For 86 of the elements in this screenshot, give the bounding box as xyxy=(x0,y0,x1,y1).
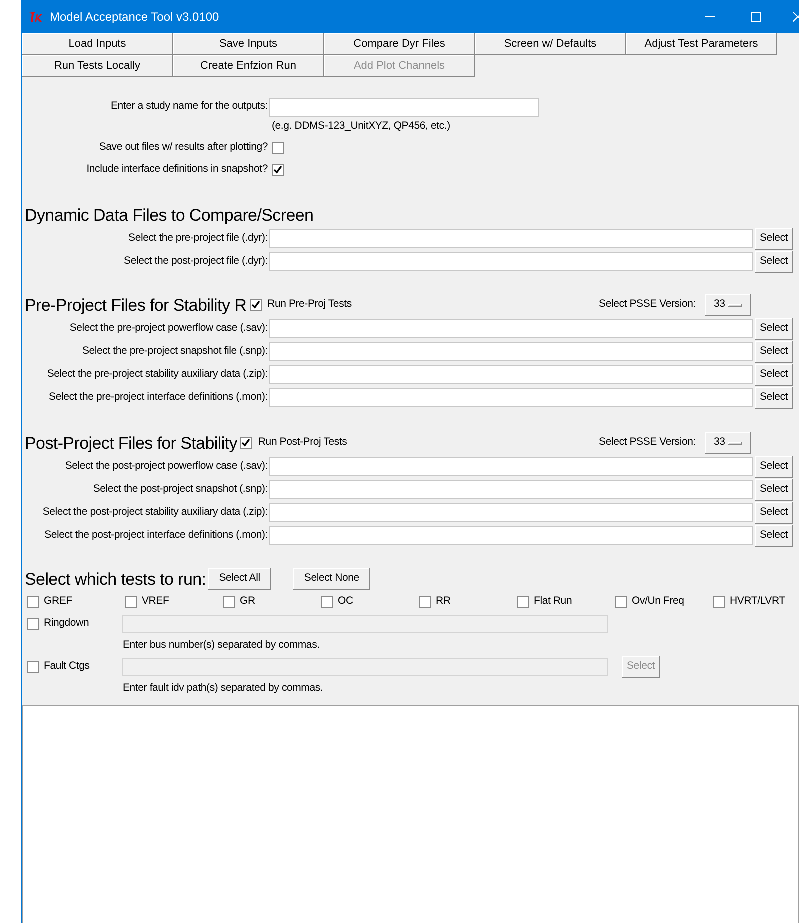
checkbox-label: RR xyxy=(436,594,451,610)
file-path-field[interactable] xyxy=(269,457,753,476)
field-label: Select the pre-project powerflow case (.sav): xyxy=(70,320,268,336)
hint-text: (e.g. DDMS-123_UnitXYZ, QP456, etc.) xyxy=(272,119,450,134)
version-dropdown[interactable]: 33 xyxy=(705,294,751,316)
toolbar-button[interactable]: Adjust Test Parameters xyxy=(626,33,777,55)
checkbox[interactable] xyxy=(321,596,333,608)
checkbox[interactable] xyxy=(240,437,252,449)
checkbox[interactable] xyxy=(125,596,137,608)
checkbox[interactable] xyxy=(250,299,262,311)
toolbar-button[interactable]: Save Inputs xyxy=(173,33,324,55)
checkbox-label: Ringdown xyxy=(44,616,90,632)
select-button[interactable]: Select All xyxy=(208,568,272,590)
file-path-field[interactable] xyxy=(269,252,753,271)
minimize-icon xyxy=(705,16,715,18)
toolbar-button[interactable]: Run Tests Locally xyxy=(22,55,173,77)
toolbar-button[interactable]: Load Inputs xyxy=(22,33,173,55)
file-path-field[interactable] xyxy=(269,342,753,361)
toolbar-button[interactable]: Compare Dyr Files xyxy=(324,33,475,55)
option-label: Include interface definitions in snapshot? xyxy=(86,162,268,178)
section-heading: Select which tests to run: xyxy=(24,570,206,588)
file-path-field[interactable] xyxy=(269,388,753,407)
checkbox[interactable] xyxy=(517,596,529,608)
checkbox-label: OC xyxy=(338,594,354,610)
select-button[interactable]: Select xyxy=(755,386,793,408)
file-path-field[interactable] xyxy=(269,526,753,545)
checkbox-label: GREF xyxy=(44,594,72,610)
field-label: Select the pre-project snapshot file (.snp): xyxy=(82,344,268,359)
field-label: Select the pre-project stability auxiliary data (.zip): xyxy=(47,366,268,382)
select-button[interactable]: Select xyxy=(755,502,793,524)
file-path-field[interactable] xyxy=(269,480,753,499)
checkbox-label: GR xyxy=(240,594,256,610)
select-button[interactable]: Select xyxy=(755,340,793,362)
checkbox[interactable] xyxy=(27,661,39,673)
select-button[interactable]: Select xyxy=(755,478,793,500)
field-label: Select the post-project file (.dyr): xyxy=(124,254,268,269)
field-label: Select PSSE Version: xyxy=(599,297,696,312)
checkbox-label: Fault Ctgs xyxy=(44,659,90,674)
checkbox[interactable] xyxy=(223,596,235,608)
file-path-field[interactable] xyxy=(269,229,753,248)
dropdown-indicator-icon xyxy=(728,304,742,306)
checkbox-label: VREF xyxy=(142,594,170,610)
select-button[interactable]: Select xyxy=(755,456,793,478)
select-button[interactable]: Select xyxy=(755,318,793,340)
checkbox[interactable] xyxy=(615,596,627,608)
hint-text: Enter bus number(s) separated by commas. xyxy=(123,638,320,653)
field-label: Select the post-project snapshot (.snp): xyxy=(93,482,268,497)
checkbox-label: Run Pre-Proj Tests xyxy=(268,297,352,312)
section-heading: Dynamic Data Files to Compare/Screen xyxy=(24,206,314,224)
field-label: Select PSSE Version: xyxy=(599,435,696,450)
study-name-field[interactable] xyxy=(269,98,539,116)
checkbox[interactable] xyxy=(27,618,39,630)
hint-text: Enter fault idv path(s) separated by commas. xyxy=(123,680,324,696)
option-label: Save out files w/ results after plotting? xyxy=(99,140,268,156)
file-path-field[interactable] xyxy=(269,503,753,522)
field-label: Select the post-project powerflow case (.sav): xyxy=(65,458,268,474)
checkbox[interactable] xyxy=(27,596,39,608)
field-label: Select the post-project interface definitions (.mon): xyxy=(44,528,268,543)
field-label: Enter a study name for the outputs: xyxy=(110,99,268,114)
checkbox[interactable] xyxy=(419,596,431,608)
field-label: Select the post-project stability auxiliary data (.zip): xyxy=(42,504,268,520)
toolbar-button[interactable]: Create Enfzion Run xyxy=(173,55,324,77)
select-button[interactable]: Select xyxy=(755,250,793,272)
checkbox[interactable] xyxy=(713,596,725,608)
window-title: Model Acceptance Tool v3.0100 xyxy=(50,8,220,26)
select-button[interactable]: Select None xyxy=(293,568,370,590)
checkbox[interactable] xyxy=(272,164,284,176)
select-button[interactable]: Select xyxy=(755,524,793,546)
checkbox-label: Flat Run xyxy=(534,594,572,610)
checkbox-label: HVRT/LVRT xyxy=(730,594,786,610)
section-heading: Pre-Project Files for Stability R xyxy=(24,296,247,314)
checkbox-label: Ov/Un Freq xyxy=(632,594,684,610)
select-button[interactable]: Select xyxy=(755,364,793,386)
field-label: Select the pre-project interface definitions (.mon): xyxy=(49,390,268,405)
toolbar-button[interactable]: Screen w/ Defaults xyxy=(475,33,626,55)
file-path-field[interactable] xyxy=(269,319,753,338)
version-dropdown[interactable]: 33 xyxy=(705,432,751,454)
maximize-icon xyxy=(751,12,761,22)
checkbox[interactable] xyxy=(272,142,284,154)
dropdown-indicator-icon xyxy=(728,442,742,444)
file-path-field[interactable] xyxy=(269,365,753,384)
field-label: Select the pre-project file (.dyr): xyxy=(128,230,268,246)
select-button[interactable]: Select xyxy=(755,228,793,250)
section-heading: Post-Project Files for Stability xyxy=(24,434,238,452)
close-icon xyxy=(793,12,799,22)
checkbox-label: Run Post-Proj Tests xyxy=(258,435,348,450)
